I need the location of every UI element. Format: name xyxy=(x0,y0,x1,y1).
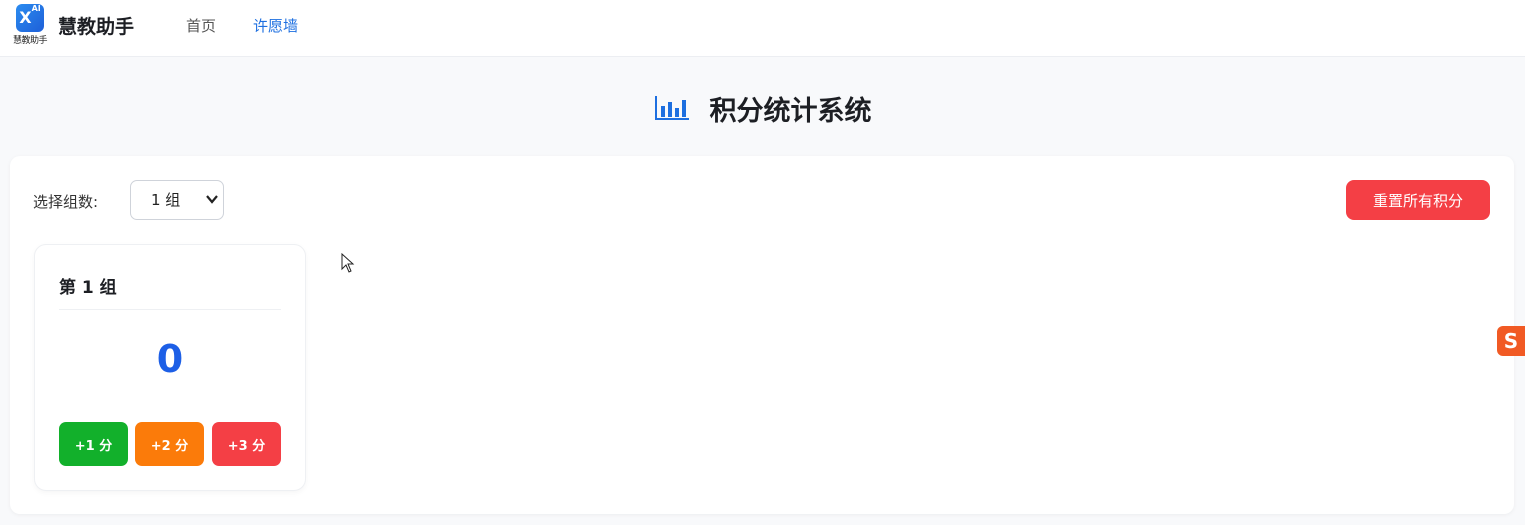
brand-name: 慧教助手 xyxy=(58,16,135,38)
score-panel: 选择组数: 1 组 重置所有积分 第 1 组 0 +1 分 +2 分 +3 分 xyxy=(10,156,1514,514)
add-1-point-button[interactable]: +1 分 xyxy=(59,422,128,466)
group-card-title: 第 1 组 xyxy=(59,278,117,298)
group-card: 第 1 组 0 +1 分 +2 分 +3 分 xyxy=(34,244,306,491)
logo-caption: 慧教助手 xyxy=(12,36,48,46)
app-logo[interactable]: XAI 慧教助手 xyxy=(10,4,50,46)
card-divider xyxy=(59,309,281,310)
reset-all-scores-button[interactable]: 重置所有积分 xyxy=(1346,180,1490,220)
bar-chart-icon xyxy=(654,96,689,120)
page-title-text: 积分统计系统 xyxy=(709,95,872,127)
group-count-select[interactable]: 1 组 xyxy=(130,180,224,220)
input-method-icon[interactable]: S xyxy=(1497,326,1525,356)
nav-home[interactable]: 首页 xyxy=(186,15,216,36)
add-2-points-button[interactable]: +2 分 xyxy=(135,422,204,466)
page-title: 积分统计系统 xyxy=(0,88,1525,128)
mouse-cursor-icon xyxy=(341,253,355,273)
top-navbar: XAI 慧教助手 慧教助手 首页 许愿墙 xyxy=(0,0,1525,57)
group-count-label: 选择组数: xyxy=(33,193,99,211)
logo-badge: XAI xyxy=(16,4,44,32)
group-score: 0 xyxy=(156,337,184,381)
add-3-points-button[interactable]: +3 分 xyxy=(212,422,281,466)
logo-badge-letter: X xyxy=(19,8,32,27)
nav-wish-wall[interactable]: 许愿墙 xyxy=(253,15,298,36)
logo-badge-sup: AI xyxy=(31,4,41,13)
